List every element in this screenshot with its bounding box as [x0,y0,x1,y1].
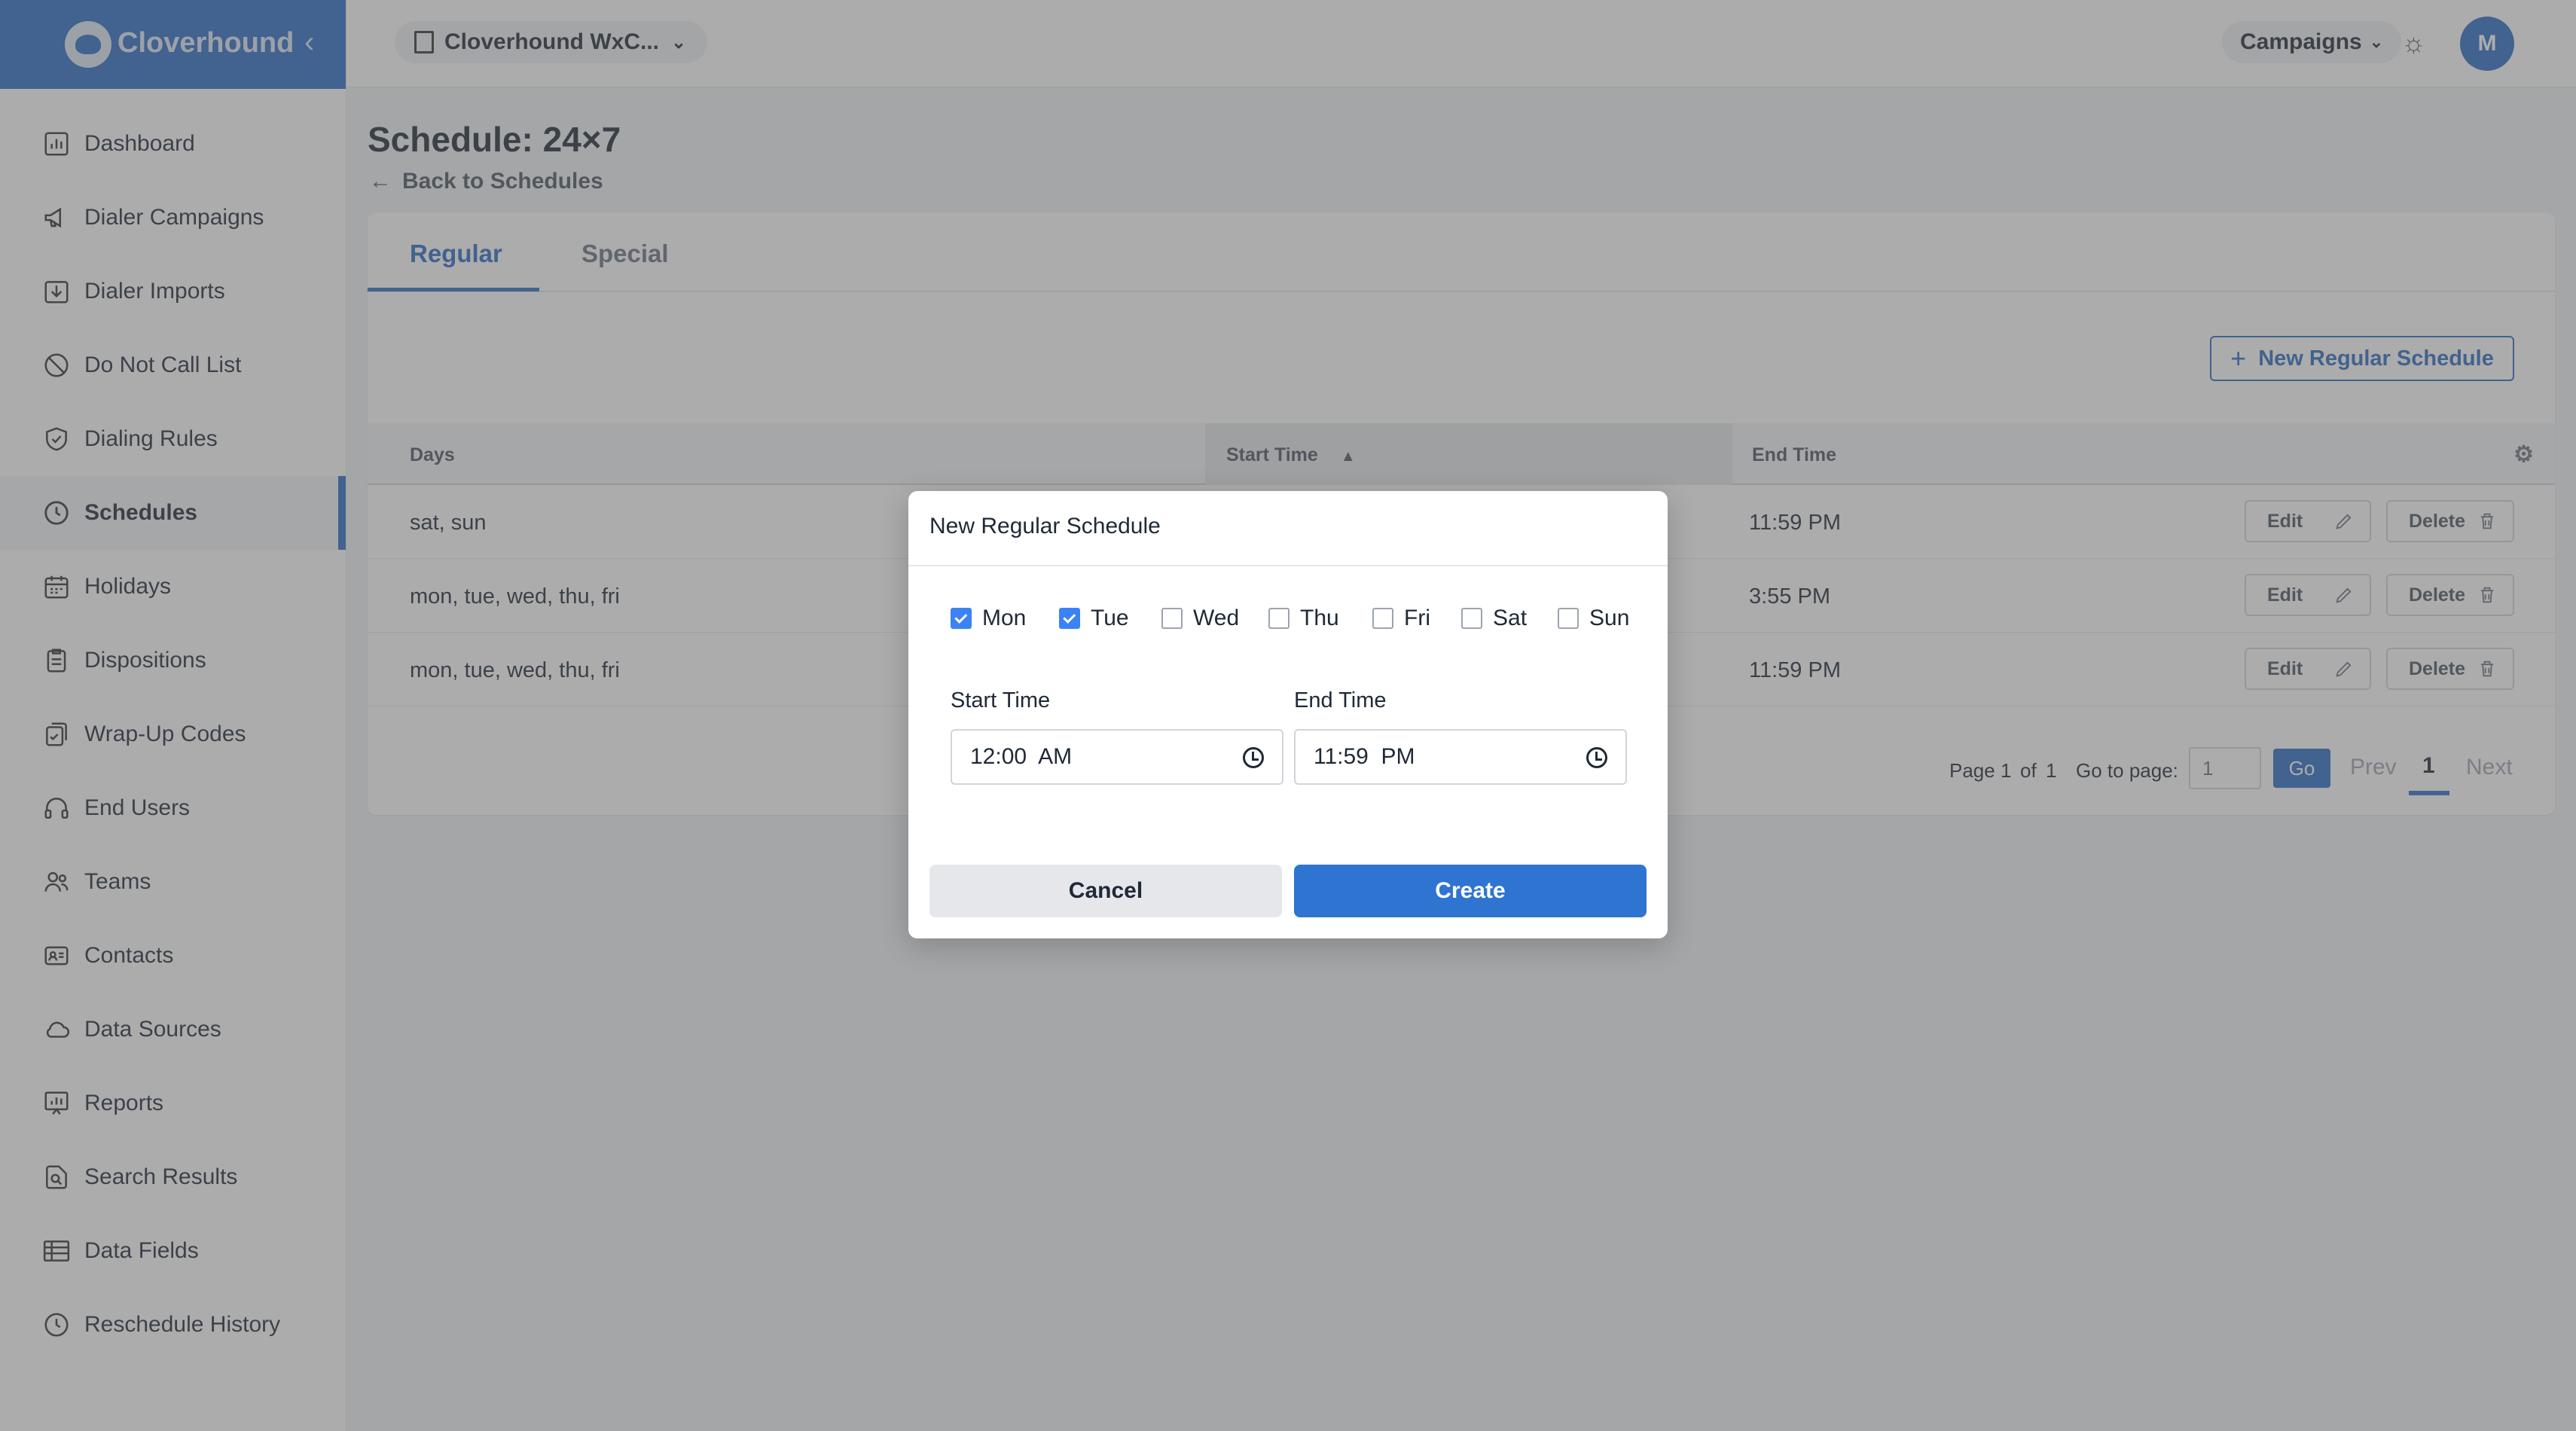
day-checkboxes: Mon Tue Wed Thu Fri Sat Sun [951,606,1641,631]
end-time-value: 11:59 PM [1314,744,1415,769]
checkbox-checked-icon [1059,608,1080,629]
day-checkbox-wed[interactable]: Wed [1161,606,1268,631]
day-checkbox-sun[interactable]: Sun [1558,606,1641,631]
checkbox-unchecked-icon [1461,608,1482,629]
day-label: Tue [1091,606,1129,630]
clock-icon[interactable] [1586,747,1607,768]
day-checkbox-sat[interactable]: Sat [1461,606,1558,631]
checkbox-checked-icon [951,608,972,629]
day-checkbox-tue[interactable]: Tue [1059,606,1161,631]
checkbox-unchecked-icon [1372,608,1393,629]
day-label: Wed [1193,606,1240,630]
day-label: Thu [1300,606,1339,630]
day-checkbox-mon[interactable]: Mon [951,606,1059,631]
day-label: Mon [982,606,1027,630]
start-time-label: Start Time [951,688,1051,712]
new-regular-schedule-dialog: New Regular Schedule Mon Tue Wed Thu Fri… [908,491,1668,938]
checkbox-unchecked-icon [1268,608,1290,629]
day-checkbox-fri[interactable]: Fri [1372,606,1461,631]
checkbox-unchecked-icon [1161,608,1183,629]
modal-title: New Regular Schedule [929,514,1161,539]
cancel-button[interactable]: Cancel [929,865,1282,917]
clock-icon[interactable] [1243,747,1264,768]
day-checkbox-thu[interactable]: Thu [1268,606,1372,631]
checkbox-unchecked-icon [1558,608,1579,629]
end-time-label: End Time [1294,688,1387,712]
day-label: Sun [1589,606,1630,630]
start-time-input[interactable]: 12:00 AM [951,729,1283,785]
start-time-value: 12:00 AM [970,744,1073,769]
day-label: Sat [1493,606,1528,630]
modal-header: New Regular Schedule [908,491,1668,566]
day-label: Fri [1404,606,1430,630]
create-button[interactable]: Create [1294,865,1647,917]
end-time-input[interactable]: 11:59 PM [1294,729,1627,785]
